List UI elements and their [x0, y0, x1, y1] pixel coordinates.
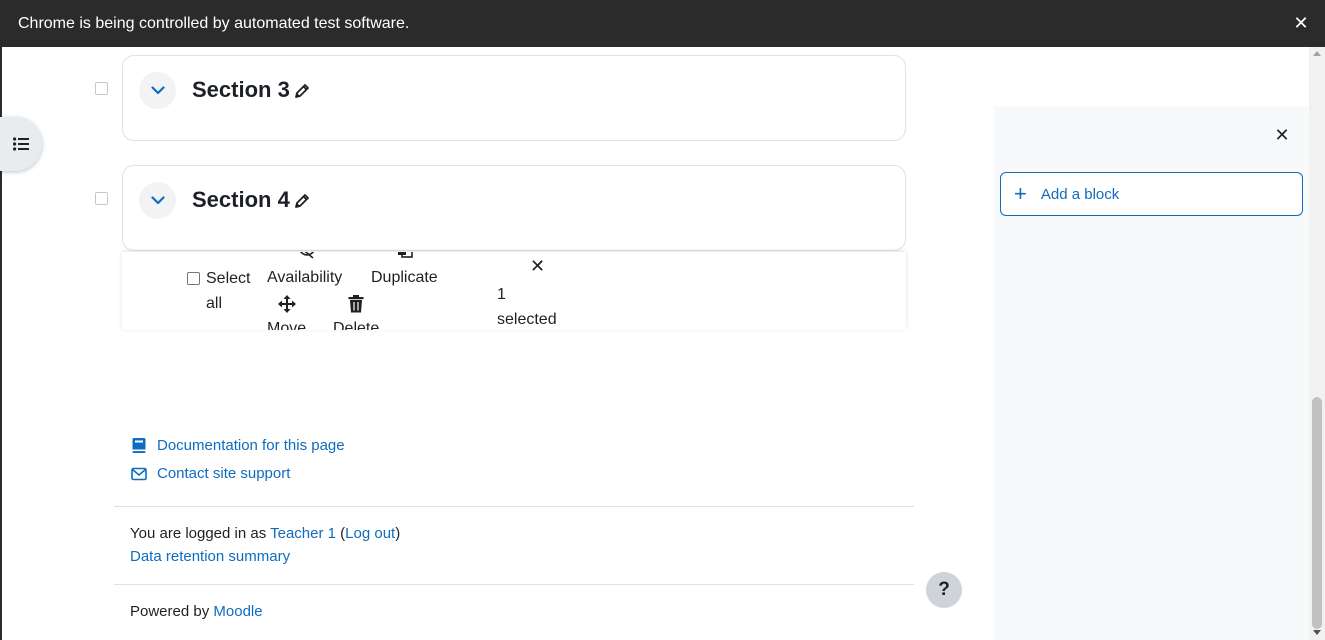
book-icon [132, 438, 146, 453]
pencil-icon[interactable] [293, 82, 311, 100]
section-4-card: Section 4 [122, 165, 906, 251]
eye-slash-icon[interactable] [297, 252, 317, 260]
pencil-icon[interactable] [293, 192, 311, 210]
chevron-down-icon [150, 196, 165, 205]
close-bulk-edit-icon[interactable]: ✕ [530, 254, 545, 279]
course-index-toggle-button[interactable] [0, 117, 42, 171]
section-3-title[interactable]: Section 3 [192, 77, 290, 103]
move-arrows-icon[interactable] [278, 295, 296, 313]
login-info: You are logged in as Teacher 1 (Log out) [130, 525, 400, 542]
footer-divider [114, 584, 914, 585]
moodle-link[interactable]: Moodle [213, 603, 262, 620]
logout-link[interactable]: Log out [345, 525, 395, 542]
section-4-checkbox[interactable] [95, 192, 108, 205]
add-block-button[interactable]: + Add a block [1000, 172, 1303, 216]
paren-close: ) [395, 525, 401, 542]
list-icon [13, 137, 29, 151]
section-4-collapse-button[interactable] [139, 182, 176, 219]
chevron-down-icon [150, 86, 165, 95]
envelope-icon [131, 467, 147, 480]
section-3-checkbox[interactable] [95, 82, 108, 95]
plus-icon: + [1014, 181, 1027, 206]
selected-count: 1 [497, 286, 506, 303]
trash-icon[interactable] [348, 295, 364, 313]
select-all-label-line1[interactable]: Select [206, 266, 250, 291]
section-4-title[interactable]: Section 4 [192, 187, 290, 213]
page-scrollbar[interactable] [1309, 47, 1325, 640]
data-retention-link[interactable]: Data retention summary [130, 548, 290, 565]
documentation-link[interactable]: Documentation for this page [131, 437, 345, 454]
select-all-label-line2[interactable]: all [206, 291, 222, 316]
section-3-collapse-button[interactable] [139, 72, 176, 109]
powered-by-prefix: Powered by [130, 603, 214, 620]
copy-icon[interactable] [397, 252, 413, 258]
infobar-text: Chrome is being controlled by automated … [18, 14, 410, 32]
contact-support-link[interactable]: Contact site support [131, 465, 290, 482]
documentation-link-label[interactable]: Documentation for this page [157, 437, 345, 454]
paren-open: ( [336, 525, 346, 542]
login-info-prefix: You are logged in as [130, 525, 271, 542]
select-all-checkbox[interactable] [187, 272, 200, 285]
add-block-label: Add a block [1040, 185, 1120, 203]
section-3-card: Section 3 [122, 55, 906, 141]
scroll-down-arrow-icon[interactable] [1313, 630, 1321, 635]
block-drawer: ✕ + Add a block [994, 106, 1309, 640]
powered-by: Powered by Moodle [130, 603, 263, 620]
help-button[interactable]: ? [926, 572, 962, 608]
move-button[interactable]: Move [267, 316, 306, 330]
footer-divider [114, 506, 914, 507]
selected-label: selected [497, 311, 557, 328]
availability-button[interactable]: Availability [267, 265, 342, 290]
infobar-close-icon[interactable]: ✕ [1291, 13, 1311, 33]
close-block-drawer-icon[interactable]: ✕ [1273, 126, 1291, 144]
duplicate-button[interactable]: Duplicate [371, 265, 438, 290]
scroll-up-arrow-icon[interactable] [1313, 51, 1321, 56]
bulk-edit-toolbar: Select all Availability Duplicate Move D… [122, 252, 906, 330]
delete-button[interactable]: Delete [333, 316, 379, 330]
scrollbar-thumb[interactable] [1312, 397, 1322, 629]
contact-support-link-label[interactable]: Contact site support [157, 465, 290, 482]
user-profile-link[interactable]: Teacher 1 [270, 525, 336, 542]
automation-infobar: Chrome is being controlled by automated … [0, 0, 1325, 47]
